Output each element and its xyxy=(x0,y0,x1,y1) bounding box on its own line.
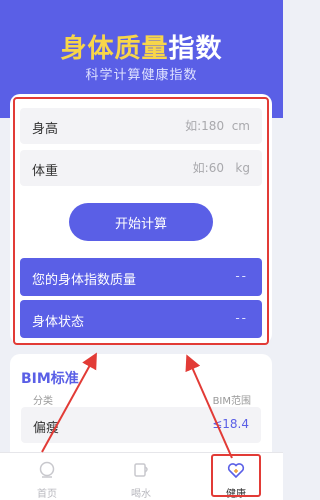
bmi-standard-title: BIM标准 xyxy=(21,371,79,387)
bottom-tab-bar: 首页 喝水 健康 xyxy=(0,452,283,500)
row-category: 偏瘦 xyxy=(33,421,60,436)
range-column-header: BIM范围 xyxy=(212,396,251,407)
water-cup-icon xyxy=(134,463,148,477)
height-label: 身高 xyxy=(32,122,59,137)
tab-health[interactable]: 健康 xyxy=(189,453,283,500)
tab-water-label: 喝水 xyxy=(131,489,151,500)
body-status-row: 身体状态 -- xyxy=(20,300,262,338)
page-subtitle: 科学计算健康指数 xyxy=(85,68,198,83)
category-column-header: 分类 xyxy=(33,396,53,407)
weight-label: 体重 xyxy=(32,164,59,179)
table-row: 偏瘦 ≤18.4 xyxy=(21,407,261,443)
health-heart-icon xyxy=(227,463,245,479)
tab-home-label: 首页 xyxy=(37,489,57,500)
page-title: 身体质量指数 xyxy=(0,28,283,65)
bmi-quality-row: 您的身体指数质量 -- xyxy=(20,258,262,296)
page-title-part1: 身体质量 xyxy=(60,34,169,64)
weight-input[interactable] xyxy=(140,159,250,177)
home-icon xyxy=(39,461,55,478)
bmi-quality-value: -- xyxy=(235,269,248,283)
tab-health-label: 健康 xyxy=(226,489,246,500)
tab-home[interactable]: 首页 xyxy=(0,453,94,500)
height-field[interactable]: 身高 xyxy=(20,108,262,144)
weight-field[interactable]: 体重 xyxy=(20,150,262,186)
bmi-quality-label: 您的身体指数质量 xyxy=(32,273,137,288)
body-status-value: -- xyxy=(235,311,248,325)
page-title-part2: 指数 xyxy=(168,34,223,64)
height-input[interactable] xyxy=(140,117,250,135)
start-calculate-button[interactable]: 开始计算 xyxy=(69,203,213,241)
tab-water[interactable]: 喝水 xyxy=(94,453,188,500)
row-range: ≤18.4 xyxy=(212,417,249,431)
body-status-label: 身体状态 xyxy=(32,315,85,330)
